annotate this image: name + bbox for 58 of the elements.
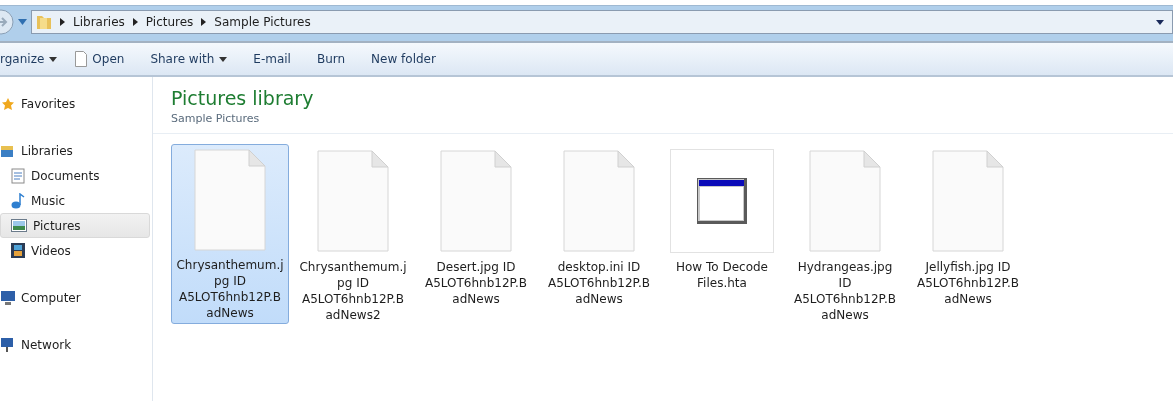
toolbar-button[interactable]: rganize bbox=[0, 52, 58, 66]
file-item[interactable]: Desert.jpg ID A5LOT6hnb12P.BadNews bbox=[417, 144, 535, 326]
sidebar-item[interactable]: Libraries bbox=[0, 138, 150, 163]
toolbar-button[interactable]: Share with bbox=[150, 52, 228, 66]
file-name: Desert.jpg ID A5LOT6hnb12P.BadNews bbox=[424, 259, 528, 307]
network-icon bbox=[1, 337, 15, 352]
library-icon bbox=[1, 143, 15, 158]
library-title: Pictures library bbox=[171, 87, 315, 109]
toolbar-button[interactable]: E-mail bbox=[253, 52, 291, 66]
sidebar-item[interactable]: Computer bbox=[0, 285, 150, 310]
music-note-icon bbox=[11, 192, 25, 209]
star-icon bbox=[1, 96, 15, 111]
sidebar-item[interactable]: Videos bbox=[0, 238, 150, 263]
file-name: Jellyfish.jpg ID A5LOT6hnb12P.BadNews bbox=[916, 259, 1020, 307]
file-name: Hydrangeas.jpg ID A5LOT6hnb12P.BadNews bbox=[793, 259, 897, 323]
toolbar-button[interactable]: Open bbox=[75, 51, 125, 67]
file-name: How To Decode Files.hta bbox=[675, 259, 769, 291]
file-name: Chrysanthemum.jpg ID A5LOT6hnb12P.BadNews2 bbox=[299, 259, 407, 323]
breadcrumb[interactable]: Sample Pictures bbox=[214, 15, 311, 29]
document-icon bbox=[75, 51, 88, 67]
folder-icon bbox=[36, 14, 52, 30]
chevron-icon bbox=[201, 18, 207, 26]
chevron-icon bbox=[132, 18, 138, 26]
breadcrumb[interactable]: Pictures bbox=[145, 15, 194, 29]
document-icon bbox=[192, 148, 268, 252]
document-icon bbox=[930, 149, 1006, 253]
caret-icon bbox=[219, 56, 228, 62]
file-item[interactable]: How To Decode Files.hta bbox=[663, 144, 781, 326]
dropdown-icon[interactable] bbox=[1156, 19, 1164, 25]
film-icon bbox=[11, 243, 25, 258]
document-icon bbox=[438, 149, 514, 253]
sidebar-item[interactable]: Favorites bbox=[0, 91, 150, 116]
file-item[interactable]: Hydrangeas.jpg ID A5LOT6hnb12P.BadNews bbox=[786, 144, 904, 326]
document-icon bbox=[315, 149, 391, 253]
file-item[interactable]: Chrysanthemum.jpg ID A5LOT6hnb12P.BadNews bbox=[171, 144, 289, 324]
caret-icon bbox=[49, 56, 58, 62]
file-name: desktop.ini ID A5LOT6hnb12P.BadNews bbox=[547, 259, 651, 307]
document-icon bbox=[11, 167, 25, 184]
file-item[interactable]: Chrysanthemum.jpg ID A5LOT6hnb12P.BadNews2 bbox=[294, 144, 412, 326]
sidebar-item[interactable]: Documents bbox=[0, 163, 150, 188]
file-item[interactable]: desktop.ini ID A5LOT6hnb12P.BadNews bbox=[540, 144, 658, 326]
sidebar-item[interactable]: Pictures bbox=[0, 213, 150, 238]
breadcrumb[interactable]: Libraries bbox=[73, 15, 125, 29]
library-subtitle: Sample Pictures bbox=[171, 112, 261, 125]
recent-pages-button[interactable] bbox=[18, 19, 27, 25]
file-item[interactable]: Jellyfish.jpg ID A5LOT6hnb12P.BadNews bbox=[909, 144, 1027, 326]
picture-icon bbox=[11, 219, 27, 232]
sidebar-item[interactable]: Network bbox=[0, 332, 150, 357]
address-bar[interactable]: Libraries Pictures Sample Pictures bbox=[31, 10, 1173, 34]
document-icon bbox=[807, 149, 883, 253]
sidebar-item[interactable]: Music bbox=[0, 188, 150, 213]
window-icon bbox=[697, 178, 747, 224]
computer-icon bbox=[1, 290, 15, 305]
document-icon bbox=[561, 149, 637, 253]
toolbar-button[interactable]: New folder bbox=[371, 52, 436, 66]
file-name: Chrysanthemum.jpg ID A5LOT6hnb12P.BadNews bbox=[176, 257, 284, 321]
toolbar-button[interactable]: Burn bbox=[316, 52, 346, 66]
chevron-icon bbox=[60, 18, 65, 26]
